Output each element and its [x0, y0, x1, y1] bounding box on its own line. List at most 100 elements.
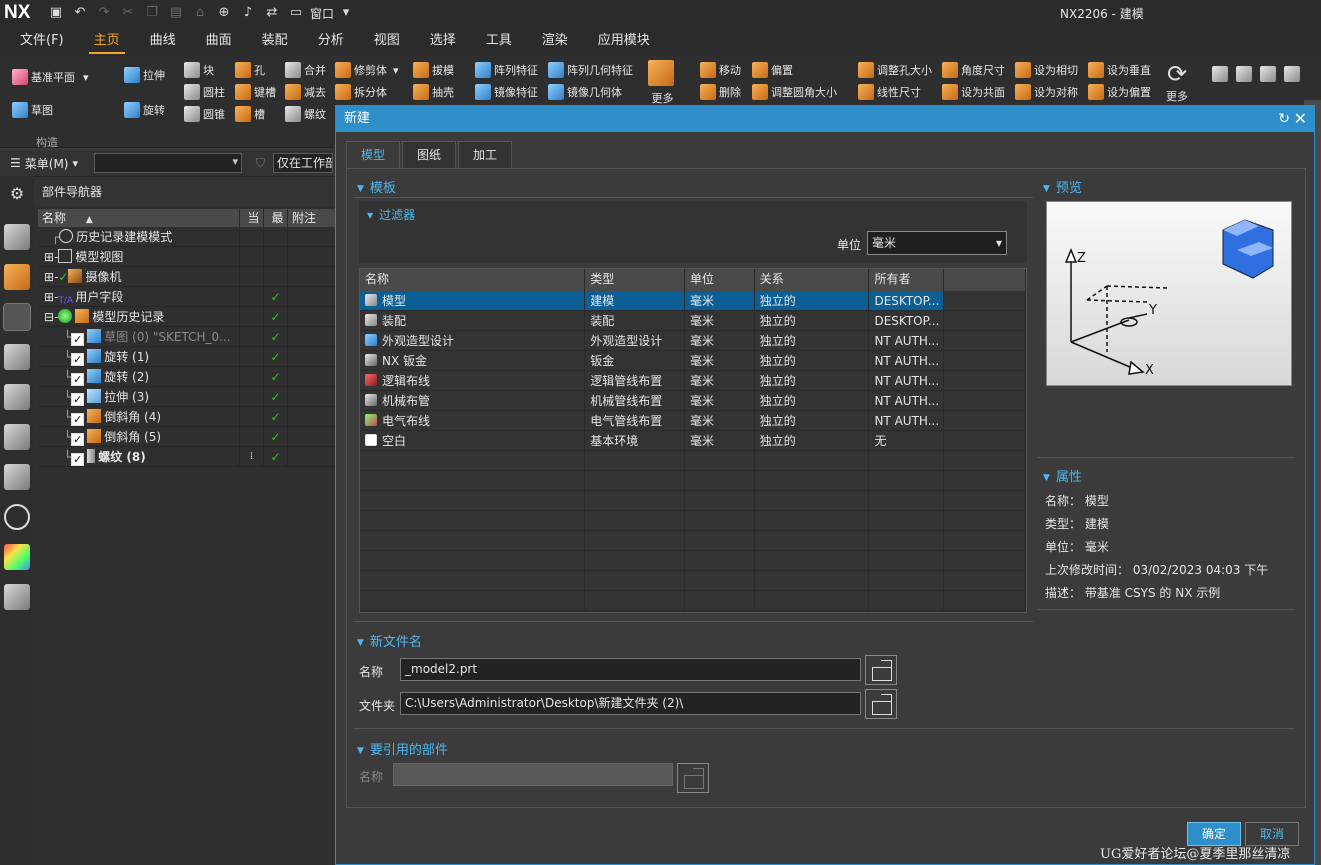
template-row-logical-routing[interactable]: 逻辑布线 逻辑管线布置 毫米 独立的 NT AUTH...	[360, 371, 1026, 391]
menu-dropdown-icon[interactable]: ▾	[72, 157, 78, 170]
extrude-button[interactable]: 拉伸	[124, 67, 165, 83]
hamburger-icon[interactable]: ☰	[10, 156, 21, 170]
tab-analysis[interactable]: 分析	[303, 26, 359, 56]
column-latest[interactable]: 最	[264, 209, 288, 227]
visibility-checkbox[interactable]: ✓	[71, 433, 85, 446]
filter-icon[interactable]: ⛉	[256, 156, 265, 171]
visibility-checkbox[interactable]: ✓	[71, 373, 85, 386]
tab-drawing[interactable]: 图纸	[402, 141, 457, 168]
subtract-button[interactable]: 减去	[285, 84, 326, 100]
history-icon[interactable]	[4, 504, 30, 530]
tree-row-current[interactable]: └ ✓ 螺纹 (8) ⁞ ✓	[38, 447, 340, 467]
new-filename-section-header[interactable]: 新文件名	[357, 631, 422, 650]
move-face-button[interactable]: 移动	[700, 62, 741, 78]
tree-row[interactable]: ┌ 历史记录建模模式	[38, 227, 340, 247]
pattern-feature-button[interactable]: 阵列特征	[475, 62, 538, 78]
part-navigator-icon[interactable]	[3, 303, 31, 331]
more-button-1[interactable]: 更多	[648, 60, 677, 106]
keyslot-button[interactable]: 键槽	[235, 84, 276, 100]
microphone-icon[interactable]: ♪	[239, 4, 257, 22]
filter-section-header[interactable]: 过滤器	[367, 206, 415, 223]
tab-select[interactable]: 选择	[415, 26, 471, 56]
column-notes[interactable]: 附注	[288, 209, 340, 227]
tab-home[interactable]: 主页	[79, 26, 135, 56]
mirror-feature-button[interactable]: 镜像特征	[475, 84, 538, 100]
delete-face-button[interactable]: 删除	[700, 84, 741, 100]
offset-region-button[interactable]: 偏置	[752, 62, 793, 78]
palette-icon[interactable]	[4, 544, 30, 570]
thread-button[interactable]: 螺纹	[285, 106, 326, 122]
reset-icon[interactable]: ↻	[1278, 106, 1290, 132]
tab-render[interactable]: 渲染	[527, 26, 583, 56]
tree-row[interactable]: └ ✓ 草图 (0) "SKETCH_0... ✓	[38, 327, 340, 347]
touch-mode-icon[interactable]: ⊕	[215, 4, 233, 22]
tab-tools[interactable]: 工具	[471, 26, 527, 56]
col-unit[interactable]: 单位	[685, 269, 755, 291]
settings-icon[interactable]	[1260, 66, 1276, 82]
draft-button[interactable]: 拔模	[413, 62, 454, 78]
tab-file[interactable]: 文件(F)	[0, 26, 79, 56]
browse-folder-button[interactable]	[865, 689, 897, 719]
tab-model[interactable]: 模型	[346, 141, 401, 168]
role-icon[interactable]	[4, 464, 30, 490]
tree-row[interactable]: └ ✓ 旋转 (1) ✓	[38, 347, 340, 367]
linear-dimension-button[interactable]: 线性尺寸	[858, 84, 921, 100]
folder-input[interactable]: C:\Users\Administrator\Desktop\新建文件夹 (2)…	[400, 692, 861, 715]
assembly-navigator-icon[interactable]	[4, 224, 30, 250]
template-section-header[interactable]: 模板	[357, 177, 396, 196]
angle-dimension-button[interactable]: 角度尺寸	[942, 62, 1005, 78]
template-row-model[interactable]: 模型 建模 毫米 独立的 DESKTOP...	[360, 291, 1026, 311]
switch-window-icon[interactable]: ⇄	[263, 4, 281, 22]
visibility-checkbox[interactable]: ✓	[71, 333, 85, 346]
referenced-parts-section-header[interactable]: 要引用的部件	[357, 739, 448, 758]
sketch-button[interactable]: 草图	[12, 102, 53, 118]
layer-icon[interactable]	[1236, 66, 1252, 82]
tree-row[interactable]: └ ✓ 拉伸 (3) ✓	[38, 387, 340, 407]
tree-row[interactable]: ⊟- 模型历史记录 ✓	[38, 307, 340, 327]
template-row-mechanical-routing[interactable]: 机械布管 机械管线布置 毫米 独立的 NT AUTH...	[360, 391, 1026, 411]
redo-icon[interactable]: ↷	[95, 4, 113, 22]
col-owner[interactable]: 所有者	[869, 269, 945, 291]
cylinder-button[interactable]: 圆柱	[184, 84, 225, 100]
tree-row[interactable]: └ ✓ 倒斜角 (5) ✓	[38, 427, 340, 447]
tree-row[interactable]: ⊞- 模型视图	[38, 247, 340, 267]
pattern-geometry-button[interactable]: 阵列几何特征	[548, 62, 633, 78]
tree-row[interactable]: ⊞-T/A 用户字段 ✓	[38, 287, 340, 307]
repeat-command-icon[interactable]: ⌂	[191, 4, 209, 22]
window-menu[interactable]: 窗口	[310, 5, 334, 22]
column-current[interactable]: 当	[240, 209, 264, 227]
gear-icon[interactable]: ⚙	[4, 184, 30, 210]
mirror-geometry-button[interactable]: 镜像几何体	[548, 84, 622, 100]
groove-button[interactable]: 槽	[235, 106, 265, 122]
filename-input[interactable]: _model2.prt	[400, 658, 861, 681]
visibility-checkbox[interactable]: ✓	[71, 353, 85, 366]
col-type[interactable]: 类型	[585, 269, 685, 291]
copy-icon[interactable]: ❐	[143, 4, 161, 22]
tag-icon[interactable]	[1284, 66, 1300, 82]
revolve-button[interactable]: 旋转	[124, 102, 165, 118]
make-perpendicular-button[interactable]: 设为垂直	[1088, 62, 1151, 78]
view-orient-icon[interactable]	[1212, 66, 1228, 82]
selection-filter-combo[interactable]	[94, 153, 243, 173]
expand-icon[interactable]: ⊞	[44, 290, 54, 304]
collapse-icon[interactable]: ⊟	[44, 310, 54, 324]
col-name[interactable]: 名称	[360, 269, 586, 291]
unit-select[interactable]: 毫米	[867, 231, 1007, 255]
resize-blend-button[interactable]: 调整圆角大小	[752, 84, 837, 100]
make-symmetric-button[interactable]: 设为对称	[1015, 84, 1078, 100]
tab-applications[interactable]: 应用模块	[583, 26, 665, 56]
expand-icon[interactable]: ⊞	[44, 250, 54, 264]
cone-button[interactable]: 圆锥	[184, 106, 225, 122]
template-row-blank[interactable]: 空白 基本环境 毫米 独立的 无	[360, 431, 1026, 451]
hole-button[interactable]: 孔	[235, 62, 265, 78]
hd3d-tools-icon[interactable]	[4, 384, 30, 410]
make-offset-button[interactable]: 设为偏置	[1088, 84, 1151, 100]
tree-row[interactable]: └ ✓ 倒斜角 (4) ✓	[38, 407, 340, 427]
col-relation[interactable]: 关系	[755, 269, 870, 291]
make-coplanar-button[interactable]: 设为共面	[942, 84, 1005, 100]
column-name[interactable]: 名称 ▲	[38, 209, 240, 227]
datum-plane-button[interactable]: 基准平面 ▾	[12, 69, 89, 85]
properties-section-header[interactable]: 属性	[1043, 466, 1082, 485]
menu-button[interactable]: 菜单(M)	[25, 155, 69, 172]
unite-button[interactable]: 合并	[285, 62, 326, 78]
